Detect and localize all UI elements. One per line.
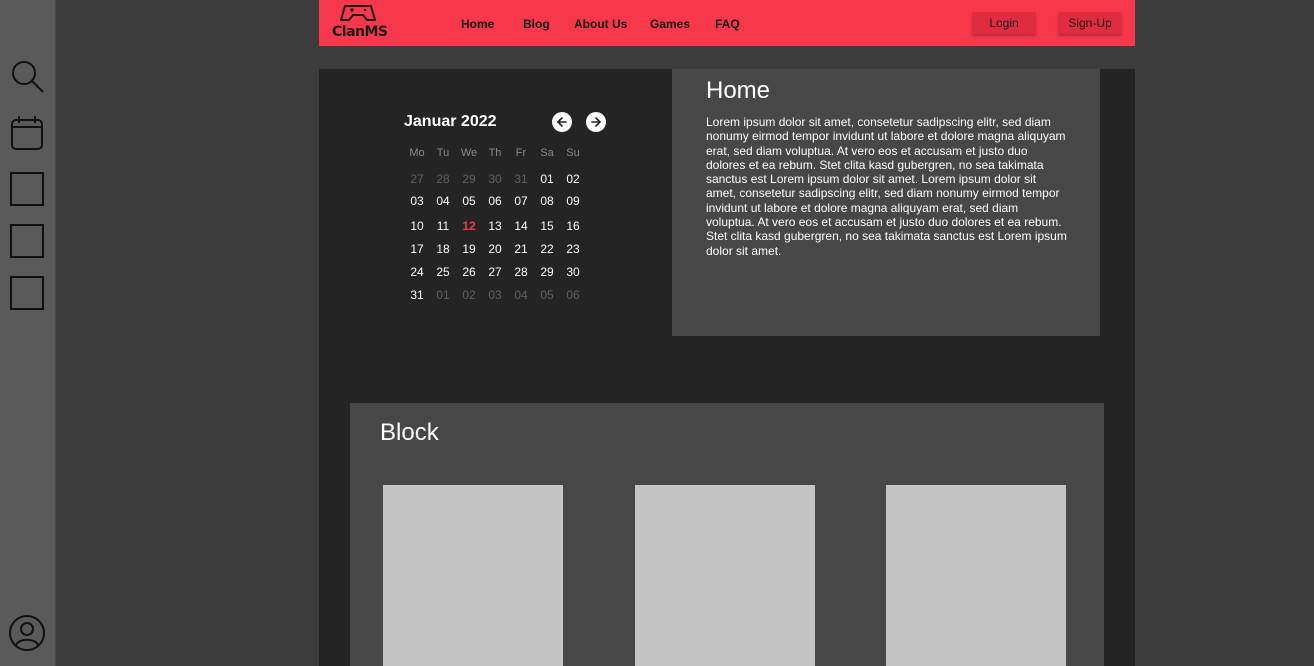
calendar-day[interactable]: 17: [404, 238, 430, 261]
weekday-label: Su: [566, 147, 580, 159]
calendar-day[interactable]: 16: [560, 215, 586, 238]
calendar-day[interactable]: 04: [508, 284, 534, 306]
square-icon[interactable]: [8, 170, 46, 208]
calendar-grid: Mo Tu We Th Fr Sa Su 27 28 29 30 31 01 02 03 04 05 06 07 08…: [404, 144, 594, 306]
search-icon[interactable]: [8, 57, 46, 95]
logo[interactable]: ClanMS: [332, 4, 388, 42]
weekday-label: Tu: [436, 147, 450, 159]
calendar-day[interactable]: 18: [430, 238, 456, 261]
calendar-day[interactable]: 31: [404, 284, 430, 306]
calendar-day[interactable]: 30: [560, 261, 586, 284]
calendar-day[interactable]: 06: [560, 284, 586, 306]
calendar-day[interactable]: 15: [534, 215, 560, 238]
calendar-day[interactable]: 24: [404, 261, 430, 284]
logo-text: ClanMS: [332, 24, 388, 40]
calendar-day[interactable]: 29: [534, 261, 560, 284]
calendar-day[interactable]: 20: [482, 238, 508, 261]
home-body-text: Lorem ipsum dolor sit amet, consetetur s…: [706, 115, 1067, 258]
calendar-day[interactable]: 04: [430, 190, 456, 215]
calendar-day[interactable]: 05: [534, 284, 560, 306]
home-panel: Home Lorem ipsum dolor sit amet, consete…: [672, 69, 1100, 336]
calendar-day[interactable]: 13: [482, 215, 508, 238]
calendar-day[interactable]: 02: [456, 284, 482, 306]
nav-link-games[interactable]: Games: [650, 16, 690, 32]
square-icon[interactable]: [8, 274, 46, 312]
calendar-day[interactable]: 07: [508, 190, 534, 215]
signup-button[interactable]: Sign-Up: [1058, 12, 1122, 34]
home-title: Home: [706, 77, 771, 104]
calendar: Januar 2022 Mo Tu We Th Fr Sa Su 27 28 29 30 31 01 02…: [404, 110, 614, 310]
block-title: Block: [380, 419, 439, 446]
arrow-right-icon[interactable]: [586, 112, 606, 132]
nav-link-faq[interactable]: FAQ: [715, 16, 740, 32]
calendar-day[interactable]: 19: [456, 238, 482, 261]
weekday-label: Fr: [515, 147, 527, 159]
calendar-day[interactable]: 08: [534, 190, 560, 215]
calendar-day[interactable]: 25: [430, 261, 456, 284]
calendar-day[interactable]: 23: [560, 238, 586, 261]
arrow-left-icon[interactable]: [552, 112, 572, 132]
calendar-title: Januar 2022: [404, 113, 497, 130]
nav-link-blog[interactable]: Blog: [523, 16, 550, 32]
calendar-day[interactable]: 05: [456, 190, 482, 215]
calendar-day[interactable]: 21: [508, 238, 534, 261]
calendar-day[interactable]: 06: [482, 190, 508, 215]
calendar-day[interactable]: 03: [404, 190, 430, 215]
square-icon[interactable]: [8, 222, 46, 260]
calendar-day[interactable]: 01: [534, 168, 560, 190]
calendar-day[interactable]: 28: [508, 261, 534, 284]
weekday-label: Th: [488, 147, 502, 159]
calendar-day[interactable]: 10: [404, 215, 430, 238]
calendar-day[interactable]: 14: [508, 215, 534, 238]
calendar-day-today[interactable]: 12: [456, 215, 482, 238]
gamepad-logo-icon: [340, 5, 376, 21]
weekday-label: Mo: [409, 147, 425, 159]
navbar: ClanMS Home Blog About Us Games FAQ Logi…: [319, 0, 1135, 46]
card-placeholder[interactable]: [383, 485, 563, 666]
calendar-day[interactable]: 30: [482, 168, 508, 190]
calendar-day[interactable]: 28: [430, 168, 456, 190]
sidebar: [0, 0, 56, 666]
calendar-day[interactable]: 11: [430, 215, 456, 238]
calendar-day[interactable]: 29: [456, 168, 482, 190]
calendar-day[interactable]: 27: [482, 261, 508, 284]
calendar-day[interactable]: 31: [508, 168, 534, 190]
nav-link-about-us[interactable]: About Us: [574, 16, 627, 32]
calendar-day[interactable]: 26: [456, 261, 482, 284]
calendar-day[interactable]: 27: [404, 168, 430, 190]
page: ClanMS Home Blog About Us Games FAQ Logi…: [319, 0, 1135, 666]
calendar-day[interactable]: 01: [430, 284, 456, 306]
login-button[interactable]: Login: [972, 12, 1036, 34]
calendar-icon[interactable]: [8, 114, 46, 152]
calendar-day[interactable]: 03: [482, 284, 508, 306]
weekday-label: We: [460, 147, 478, 159]
block-panel: Block: [350, 403, 1104, 666]
calendar-day[interactable]: 09: [560, 190, 586, 215]
nav-link-home[interactable]: Home: [461, 16, 494, 32]
weekday-label: Sa: [540, 147, 554, 159]
calendar-day[interactable]: 22: [534, 238, 560, 261]
user-icon[interactable]: [8, 614, 46, 652]
card-placeholder[interactable]: [635, 485, 815, 666]
calendar-day[interactable]: 02: [560, 168, 586, 190]
card-placeholder[interactable]: [886, 485, 1066, 666]
